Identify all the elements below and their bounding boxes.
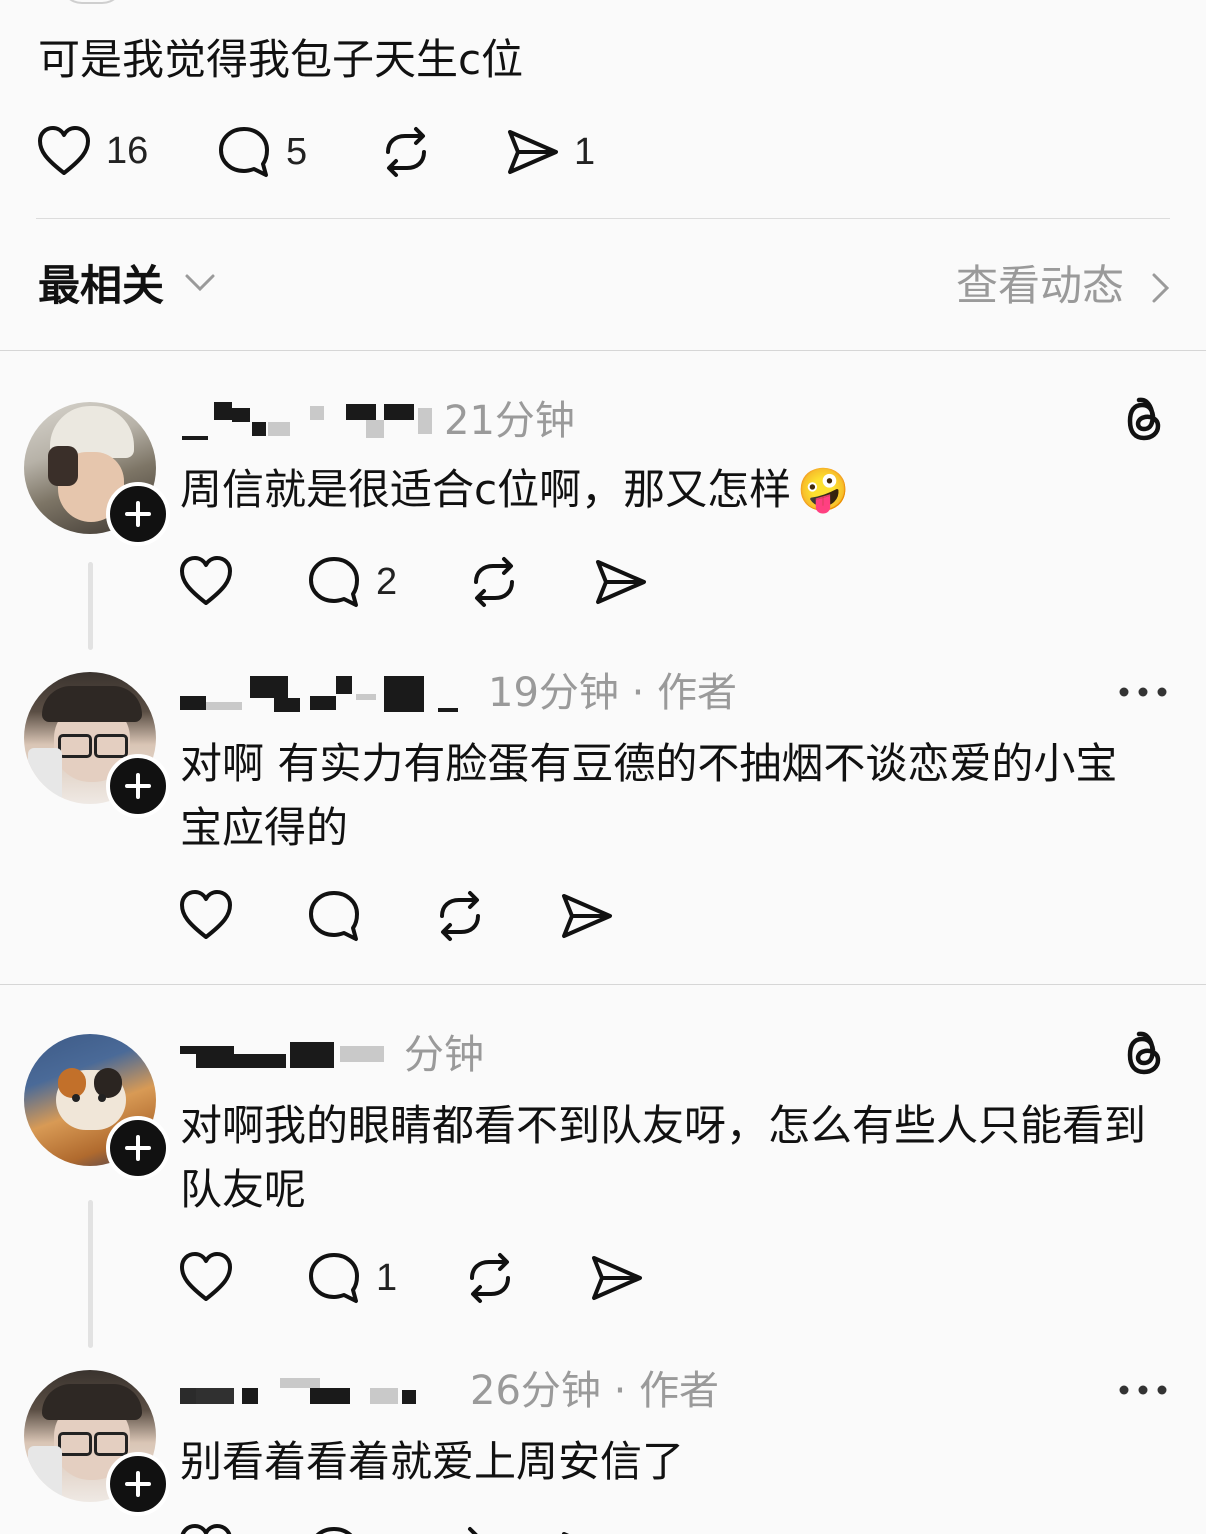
send-icon bbox=[508, 130, 558, 174]
comment-bubble-icon bbox=[309, 891, 359, 941]
previous-avatar-edge bbox=[60, 0, 124, 4]
chevron-down-icon[interactable] bbox=[184, 270, 216, 294]
reply-button[interactable]: 1 bbox=[306, 1250, 397, 1306]
share-button[interactable] bbox=[592, 554, 648, 610]
author-badge: 作者 bbox=[657, 670, 738, 716]
comment-text: 别看着看着就爱上周安信了 bbox=[180, 1437, 685, 1486]
repost-icon bbox=[459, 1527, 478, 1534]
repost-icon bbox=[470, 1253, 510, 1303]
repost-button[interactable] bbox=[462, 1250, 518, 1306]
share-button[interactable] bbox=[588, 1250, 644, 1306]
like-button[interactable] bbox=[178, 554, 234, 608]
post-text: 可是我觉得我包子天生c位 bbox=[38, 35, 524, 84]
like-button[interactable] bbox=[178, 1522, 234, 1534]
comment-time: 21分钟 bbox=[444, 398, 575, 444]
meta-separator: · bbox=[618, 670, 658, 716]
author-badge: 作者 bbox=[639, 1368, 720, 1414]
follow-button[interactable] bbox=[106, 754, 170, 818]
like-button[interactable] bbox=[178, 888, 234, 942]
follow-button[interactable] bbox=[106, 1452, 170, 1516]
heart-icon bbox=[180, 1252, 232, 1301]
plus-icon bbox=[125, 773, 151, 799]
divider bbox=[36, 218, 1170, 219]
like-button[interactable] bbox=[178, 1250, 234, 1304]
share-button[interactable]: 1 bbox=[504, 124, 595, 180]
repost-icon bbox=[474, 557, 514, 607]
comment-time: 分钟 bbox=[404, 1032, 484, 1078]
comment-text: 周信就是很适合c位啊，那又怎样 🤪 bbox=[180, 458, 1170, 522]
reply-button[interactable] bbox=[306, 1524, 362, 1534]
comment-bubble-icon bbox=[219, 127, 269, 177]
comment-text: 对啊我的眼睛都看不到队友呀，怎么有些人只能看到队友呢 bbox=[180, 1101, 1147, 1214]
follow-button[interactable] bbox=[106, 1116, 170, 1180]
repost-button[interactable] bbox=[378, 124, 434, 180]
section-divider bbox=[0, 350, 1206, 351]
thread-line bbox=[88, 1200, 93, 1348]
share-button[interactable] bbox=[558, 888, 614, 944]
username-redacted[interactable] bbox=[180, 1034, 390, 1080]
reply-count: 2 bbox=[376, 560, 398, 603]
chevron-right-icon[interactable] bbox=[1150, 272, 1172, 304]
comment-bubble-icon bbox=[315, 1527, 353, 1534]
heart-icon bbox=[180, 556, 232, 605]
thread-line bbox=[88, 562, 93, 650]
send-icon bbox=[562, 894, 612, 938]
plus-icon bbox=[125, 1471, 151, 1497]
more-dots-icon[interactable] bbox=[1118, 682, 1168, 702]
repost-button[interactable] bbox=[432, 888, 488, 944]
meta-separator: · bbox=[600, 1368, 640, 1414]
comment-meta: 26分钟 · 作者 bbox=[470, 1366, 719, 1416]
share-count: 1 bbox=[574, 130, 596, 173]
heart-icon bbox=[38, 126, 90, 175]
reply-count: 5 bbox=[286, 130, 308, 173]
comment-time: 19分钟 bbox=[488, 670, 619, 716]
view-activity-link[interactable]: 查看动态 bbox=[956, 258, 1124, 314]
repost-button[interactable] bbox=[432, 1524, 488, 1534]
threads-logo-icon[interactable] bbox=[1118, 1028, 1168, 1082]
username-redacted[interactable] bbox=[180, 398, 440, 444]
comment-text: 对啊 有实力有脸蛋有豆德的不抽烟不谈恋爱的小宝宝应得的 bbox=[180, 739, 1118, 852]
send-icon bbox=[596, 560, 646, 604]
username-redacted[interactable] bbox=[180, 672, 470, 718]
reply-button[interactable] bbox=[306, 888, 362, 944]
like-count: 16 bbox=[106, 129, 149, 172]
comment-time: 26分钟 bbox=[470, 1368, 601, 1414]
heart-icon bbox=[180, 890, 232, 939]
follow-button[interactable] bbox=[106, 482, 170, 546]
zany-face-emoji: 🤪 bbox=[797, 465, 850, 514]
username-redacted[interactable] bbox=[180, 1370, 470, 1416]
share-button[interactable] bbox=[558, 1526, 614, 1534]
reply-count: 1 bbox=[376, 1256, 398, 1299]
repost-icon bbox=[440, 891, 480, 941]
comment-bubble-icon bbox=[309, 1253, 359, 1303]
plus-icon bbox=[125, 501, 151, 527]
like-button[interactable]: 16 bbox=[36, 124, 148, 178]
comment-bubble-icon bbox=[309, 557, 359, 607]
threads-logo-icon[interactable] bbox=[1118, 394, 1168, 448]
send-icon bbox=[562, 1532, 570, 1534]
reply-button[interactable]: 5 bbox=[216, 124, 307, 180]
comment-text-content: 周信就是很适合c位啊，那又怎样 bbox=[180, 465, 792, 514]
sort-dropdown-label[interactable]: 最相关 bbox=[38, 258, 164, 314]
repost-icon bbox=[386, 127, 426, 177]
more-dots-icon[interactable] bbox=[1118, 1380, 1168, 1400]
send-icon bbox=[592, 1256, 642, 1300]
plus-icon bbox=[125, 1135, 151, 1161]
reply-button[interactable]: 2 bbox=[306, 554, 397, 610]
heart-icon bbox=[180, 1524, 232, 1534]
section-divider bbox=[0, 984, 1206, 985]
comment-meta: 19分钟 · 作者 bbox=[488, 668, 737, 718]
repost-button[interactable] bbox=[466, 554, 522, 610]
